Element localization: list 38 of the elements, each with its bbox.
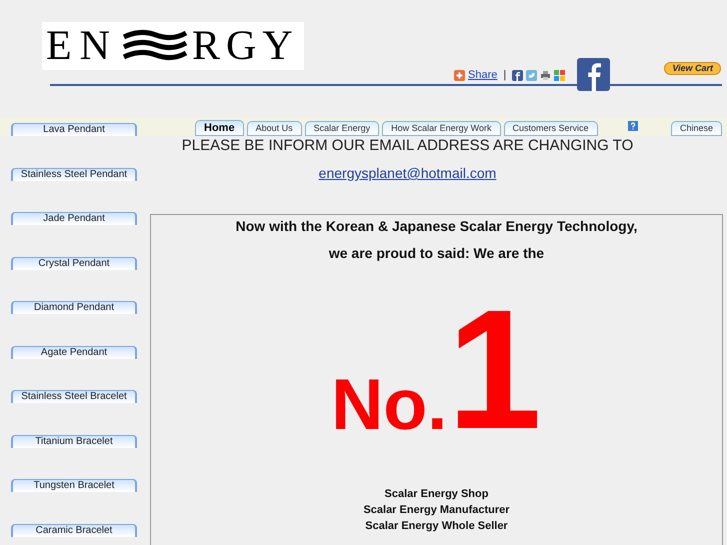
share-link[interactable]: Share bbox=[468, 67, 498, 84]
print-icon[interactable] bbox=[540, 70, 552, 81]
help-icon[interactable] bbox=[628, 121, 638, 131]
separator: | bbox=[503, 68, 506, 83]
rank-number: 1 bbox=[447, 307, 542, 434]
role-text: Scalar Energy Whole Seller bbox=[365, 518, 508, 534]
plus-icon bbox=[454, 70, 465, 81]
facebook-icon[interactable] bbox=[512, 70, 524, 81]
language-tab[interactable]: Chinese bbox=[670, 121, 722, 136]
sidebar-item[interactable]: Lava Pendant bbox=[11, 123, 137, 136]
waves-icon bbox=[120, 29, 190, 63]
sidebar-item[interactable]: Diamond Pendant bbox=[11, 301, 137, 314]
sidebar-item[interactable]: Jade Pendant bbox=[11, 212, 137, 225]
nav-tab[interactable]: Scalar Energy bbox=[304, 121, 380, 136]
headline-text: Now with the Korean & Japanese Scalar Energy Technology, bbox=[236, 218, 638, 235]
energy-logo[interactable]: EN RGY bbox=[42, 22, 304, 70]
sidebar-item[interactable]: Tungsten Bracelet bbox=[11, 479, 137, 492]
logo-text: RGY bbox=[192, 25, 299, 67]
sidebar-item[interactable]: Stainless Steel Bracelet bbox=[11, 390, 137, 403]
nav-tab[interactable]: About Us bbox=[246, 121, 302, 136]
view-cart-button[interactable]: View Cart bbox=[664, 62, 722, 75]
role-text: Scalar Energy Shop bbox=[384, 486, 488, 502]
role-text: Scalar Energy Manufacturer bbox=[363, 502, 510, 518]
nav-tab[interactable]: How Scalar Energy Work bbox=[382, 121, 500, 136]
rank-prefix: No. bbox=[331, 376, 448, 434]
logo-text: EN bbox=[46, 25, 118, 67]
email-link[interactable]: energysplanet@hotmail.com bbox=[318, 165, 496, 181]
nav-tab[interactable]: Home bbox=[195, 120, 244, 136]
facebook-icon[interactable] bbox=[577, 58, 610, 91]
sidebar-item[interactable]: Stainless Steel Pendant bbox=[11, 168, 137, 180]
grid-icon[interactable] bbox=[554, 70, 566, 81]
headline-text: we are proud to said: We are the bbox=[328, 245, 544, 262]
sidebar-item[interactable]: Crystal Pendant bbox=[11, 256, 137, 270]
sidebar-item[interactable]: Agate Pendant bbox=[11, 346, 137, 358]
nav-tab[interactable]: Customers Service bbox=[504, 121, 598, 136]
sidebar-item[interactable]: Titanium Bracelet bbox=[11, 434, 137, 448]
sidebar-item[interactable]: Caramic Bracelet bbox=[11, 524, 137, 536]
notice-text: PLEASE BE INFORM OUR EMAIL ADDRESS ARE CHANGING TO bbox=[180, 138, 634, 153]
